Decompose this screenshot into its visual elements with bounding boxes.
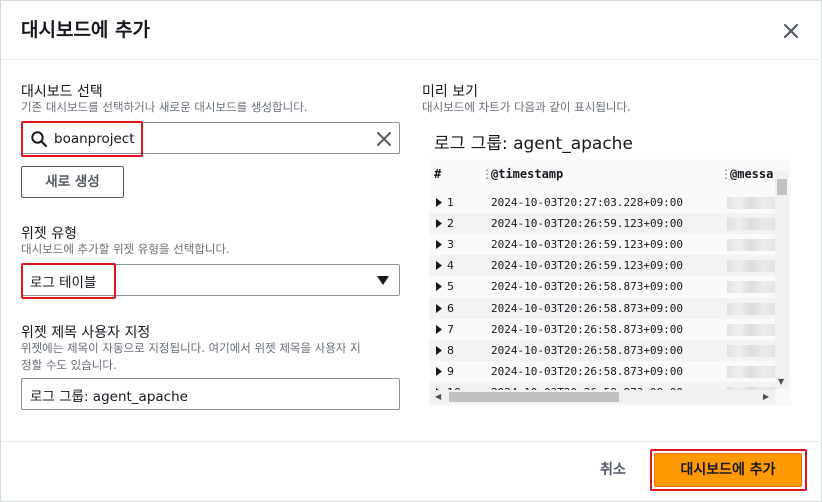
row-number: 7 (447, 322, 454, 336)
dashboard-search-field[interactable] (21, 122, 400, 154)
widget-type-label: 위젯 유형 (21, 226, 77, 242)
row-timestamp: 2024-10-03T20:26:59.123+09:00 (491, 259, 684, 273)
horizontal-scrollbar[interactable]: ◀ ▶ (431, 390, 775, 404)
row-number: 1 (447, 196, 454, 209)
expand-row-icon[interactable] (436, 240, 442, 250)
row-number: 9 (447, 364, 454, 378)
scroll-right-arrow-icon[interactable]: ▶ (763, 392, 769, 401)
redacted-message (727, 260, 775, 273)
expand-row-icon[interactable] (436, 324, 442, 334)
redacted-message (727, 218, 775, 231)
row-number: 4 (447, 259, 454, 273)
dialog-title: 대시보드에 추가 (21, 19, 150, 41)
row-timestamp: 2024-10-03T20:26:59.123+09:00 (491, 238, 684, 252)
widget-title-description-line2: 정할 수도 있습니다. (21, 358, 117, 372)
cancel-button[interactable]: 취소 (587, 458, 639, 482)
widget-type-selected-value: 로그 테이블 (30, 275, 97, 291)
widget-title-label: 위젯 제목 사용자 지정 (21, 325, 151, 341)
redacted-message (727, 197, 775, 209)
redacted-message (727, 323, 775, 336)
add-to-dashboard-dialog: 대시보드에 추가 대시보드 선택 기존 대시보드를 선택하거나 새로운 대시보드… (0, 0, 822, 502)
redacted-message (727, 281, 775, 294)
row-timestamp: 2024-10-03T20:26:58.873+09:00 (491, 280, 684, 294)
dashboard-select-description: 기존 대시보드를 선택하거나 새로운 대시보드를 생성합니다. (21, 100, 308, 114)
widget-type-select[interactable]: 로그 테이블 (21, 264, 400, 296)
column-header-message[interactable]: @messa (730, 167, 775, 181)
row-timestamp: 2024-10-03T20:26:59.123+09:00 (491, 217, 684, 231)
expand-row-icon[interactable] (436, 303, 442, 313)
row-number: 5 (447, 280, 454, 294)
table-row[interactable]: 3 2024-10-03T20:26:59.123+09:00 (429, 234, 775, 255)
row-timestamp: 2024-10-03T20:27:03.228+09:00 (491, 196, 684, 209)
column-header-number: # (434, 167, 442, 181)
table-row[interactable]: 1 2024-10-03T20:27:03.228+09:00 (429, 192, 775, 213)
dashboard-search-input[interactable] (54, 128, 354, 150)
horizontal-scrollbar-thumb[interactable] (449, 392, 619, 402)
preview-description: 대시보드에 차트가 다음과 같이 표시됩니다. (422, 100, 631, 114)
table-row[interactable]: 5 2024-10-03T20:26:58.873+09:00 (429, 276, 775, 297)
create-new-button[interactable]: 새로 생성 (21, 166, 124, 198)
redacted-message (727, 302, 775, 315)
caret-down-icon (377, 276, 389, 285)
table-row[interactable]: 2 2024-10-03T20:26:59.123+09:00 (429, 213, 775, 235)
row-number: 8 (447, 343, 454, 357)
dialog-header: 대시보드에 추가 (1, 1, 822, 60)
expand-row-icon[interactable] (436, 219, 442, 229)
vertical-scrollbar[interactable]: ▼ (775, 171, 789, 389)
redacted-message (727, 344, 775, 357)
table-row[interactable]: 8 2024-10-03T20:26:58.873+09:00 (429, 339, 775, 361)
row-timestamp: 2024-10-03T20:26:58.873+09:00 (491, 364, 684, 378)
scroll-left-arrow-icon[interactable]: ◀ (435, 392, 441, 401)
preview-widget-title: 로그 그룹: agent_apache (434, 134, 633, 154)
redacted-message (727, 365, 775, 378)
widget-title-description-line1: 위젯에는 제목이 자동으로 지정됩니다. 여기에서 위젯 제목을 사용자 지 (21, 341, 361, 355)
row-timestamp: 2024-10-03T20:26:58.873+09:00 (491, 322, 684, 336)
table-row[interactable]: 6 2024-10-03T20:26:58.873+09:00 (429, 297, 775, 319)
row-number: 6 (447, 301, 454, 315)
preview-label: 미리 보기 (422, 84, 478, 100)
expand-row-icon[interactable] (436, 261, 442, 271)
expand-row-icon[interactable] (436, 282, 442, 292)
scroll-down-arrow-icon[interactable]: ▼ (778, 377, 784, 386)
widget-title-field[interactable] (21, 378, 400, 410)
row-number: 3 (447, 238, 454, 252)
redacted-message (727, 239, 775, 252)
table-row[interactable]: 7 2024-10-03T20:26:58.873+09:00 (429, 319, 775, 340)
widget-type-description: 대시보드에 추가할 위젯 유형을 선택합니다. (21, 242, 230, 256)
clear-icon[interactable] (374, 129, 394, 149)
close-button[interactable] (777, 17, 805, 45)
expand-row-icon[interactable] (436, 366, 442, 376)
search-icon (31, 131, 48, 148)
close-icon (783, 23, 799, 39)
row-timestamp: 2024-10-03T20:26:58.873+09:00 (491, 301, 684, 315)
add-to-dashboard-button[interactable]: 대시보드에 추가 (654, 453, 802, 487)
row-timestamp: 2024-10-03T20:26:58.873+09:00 (491, 343, 684, 357)
table-row[interactable]: 9 2024-10-03T20:26:58.873+09:00 (429, 361, 775, 382)
row-number: 2 (447, 217, 454, 231)
dashboard-select-label: 대시보드 선택 (21, 84, 103, 100)
widget-title-input[interactable] (30, 384, 390, 406)
vertical-scrollbar-thumb[interactable] (777, 179, 787, 195)
column-header-timestamp[interactable]: @timestamp (491, 167, 563, 181)
expand-row-icon[interactable] (436, 198, 442, 207)
table-row[interactable]: 4 2024-10-03T20:26:59.123+09:00 (429, 255, 775, 277)
expand-row-icon[interactable] (436, 345, 442, 355)
